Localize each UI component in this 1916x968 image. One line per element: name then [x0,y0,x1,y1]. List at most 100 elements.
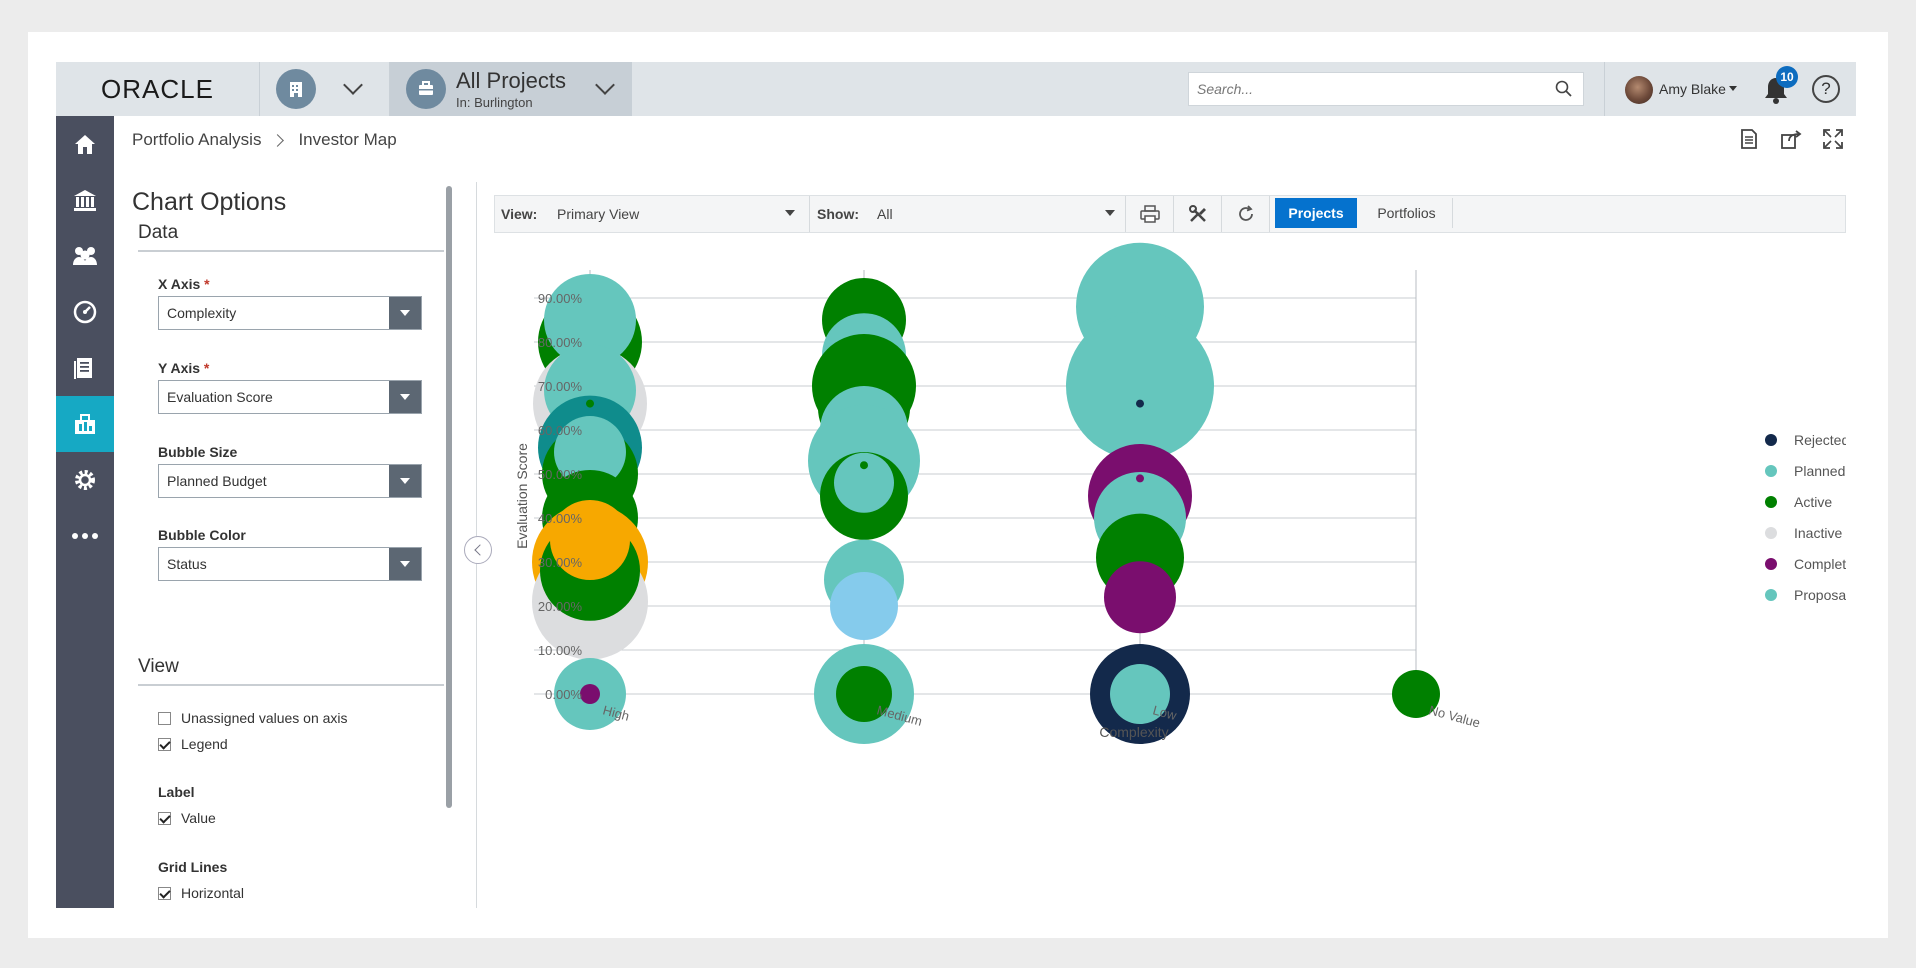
documents-icon[interactable] [56,340,114,396]
tick-labels: 0.00% 10.00% 20.00% 30.00% 40.00% 50.00% 60.00… [538,291,1482,730]
value-option[interactable]: Value [158,810,216,826]
projects-toggle-button[interactable]: Projects [1275,198,1357,228]
home-icon[interactable] [56,116,114,172]
breadcrumb: Portfolio Analysis Investor Map [132,130,397,150]
y-axis-select[interactable]: Evaluation Score [158,380,422,414]
legend-item[interactable]: Rejected [1794,432,1846,448]
unassigned-values-option[interactable]: Unassigned values on axis [158,710,348,726]
print-icon[interactable] [1127,196,1173,232]
portfolios-toggle-button[interactable]: Portfolios [1361,198,1453,228]
caret-down-icon[interactable] [785,210,795,216]
bubble-size-select[interactable]: Planned Budget [158,464,422,498]
portfolio-analysis-icon[interactable] [56,396,114,452]
more-icon[interactable] [56,508,114,564]
search-box [1188,72,1584,106]
people-icon[interactable] [56,228,114,284]
legend-item[interactable]: Active [1794,494,1832,510]
y-tick-label: 30.00% [538,555,583,570]
y-tick-label: 40.00% [538,511,583,526]
chart-options-title: Chart Options [132,188,287,216]
y-tick-label: 50.00% [538,467,583,482]
legend-option[interactable]: Legend [158,736,228,752]
logo-area[interactable]: ORACLE [56,62,260,116]
show-label: Show: [817,206,859,222]
bubble[interactable] [830,572,898,640]
legend-marker [1765,496,1777,508]
horizontal-grid-label: Horizontal [181,885,245,901]
bubble[interactable] [580,684,600,704]
unassigned-values-label: Unassigned values on axis [181,710,348,726]
section-divider [138,684,444,686]
help-icon[interactable]: ? [1812,75,1840,103]
page-actions [1738,128,1844,155]
view-select[interactable]: Primary View [557,206,639,222]
search-input[interactable] [1197,73,1537,105]
data-section-title: Data [138,222,179,243]
tools-icon[interactable] [1175,196,1221,232]
caret-down-icon[interactable] [389,548,421,580]
left-nav-rail [56,116,114,908]
legend-item[interactable]: Planned [1794,463,1845,479]
collapse-panel-button[interactable] [464,536,492,564]
chevron-right-icon [271,133,285,147]
caret-down-icon[interactable] [389,297,421,329]
y-axis-title: Evaluation Score [514,443,530,549]
x-axis-select[interactable]: Complexity [158,296,422,330]
bank-icon[interactable] [56,172,114,228]
y-tick-label: 20.00% [538,599,583,614]
building-icon [276,69,316,109]
oracle-logo: ORACLE [101,73,214,104]
legend-item[interactable]: Inactive [1794,525,1842,541]
notification-badge: 10 [1776,66,1798,88]
breadcrumb-current: Investor Map [298,130,397,149]
unassigned-values-checkbox[interactable] [158,711,171,725]
user-menu[interactable]: Amy Blake [1604,62,1744,116]
toolbar-separator [809,196,810,232]
top-bar: ORACLE All Projects In: Burlington Amy B… [56,62,1856,116]
legend-item[interactable]: Proposal [1794,587,1846,603]
caret-down-icon[interactable] [389,465,421,497]
gear-icon[interactable] [56,452,114,508]
caret-down-icon[interactable] [389,381,421,413]
bubble[interactable] [1136,474,1144,483]
bubble-color-select[interactable]: Status [158,547,422,581]
refresh-icon[interactable] [1223,196,1269,232]
caret-down-icon[interactable] [1105,210,1115,216]
chevron-left-icon [473,544,486,556]
bubble[interactable] [1104,561,1176,634]
app-window: ORACLE All Projects In: Burlington Amy B… [56,62,1856,908]
workspace-selector[interactable] [260,62,390,116]
horizontal-grid-checkbox[interactable] [158,886,171,900]
value-checkbox[interactable] [158,811,171,825]
bubble[interactable] [1136,399,1144,408]
legend-label: Legend [181,736,228,752]
horizontal-grid-option[interactable]: Horizontal [158,885,244,901]
search-icon[interactable] [1555,80,1573,103]
bubble[interactable] [1066,312,1214,460]
report-icon[interactable] [1738,128,1760,155]
avatar [1625,76,1653,104]
x-axis-label: X Axis * [158,276,210,292]
toolbar-separator [1221,196,1222,232]
bubble-size-label: Bubble Size [158,444,238,460]
grid-lines-title: Grid Lines [158,859,228,875]
options-scrollbar[interactable] [446,186,452,808]
y-axis-value: Evaluation Score [167,389,273,405]
project-selector[interactable]: All Projects In: Burlington [390,62,632,116]
show-select[interactable]: All [877,206,893,222]
legend-item[interactable]: Complete [1794,556,1846,572]
legend-marker [1765,589,1777,601]
share-icon[interactable] [1780,128,1802,155]
breadcrumb-parent[interactable]: Portfolio Analysis [132,130,261,150]
bubble[interactable] [586,399,594,408]
legend-marker [1765,558,1777,570]
bubble-color-value: Status [167,556,207,572]
fullscreen-icon[interactable] [1822,128,1844,155]
toolbar-separator [1125,196,1126,232]
x-tick-label: No Value [1427,702,1482,730]
bubble-chart: 0.00% 10.00% 20.00% 30.00% 40.00% 50.00% 60.00… [514,242,1846,744]
y-tick-label: 0.00% [545,687,582,702]
legend-checkbox[interactable] [158,737,171,751]
dashboard-icon[interactable] [56,284,114,340]
bubble[interactable] [860,461,868,470]
